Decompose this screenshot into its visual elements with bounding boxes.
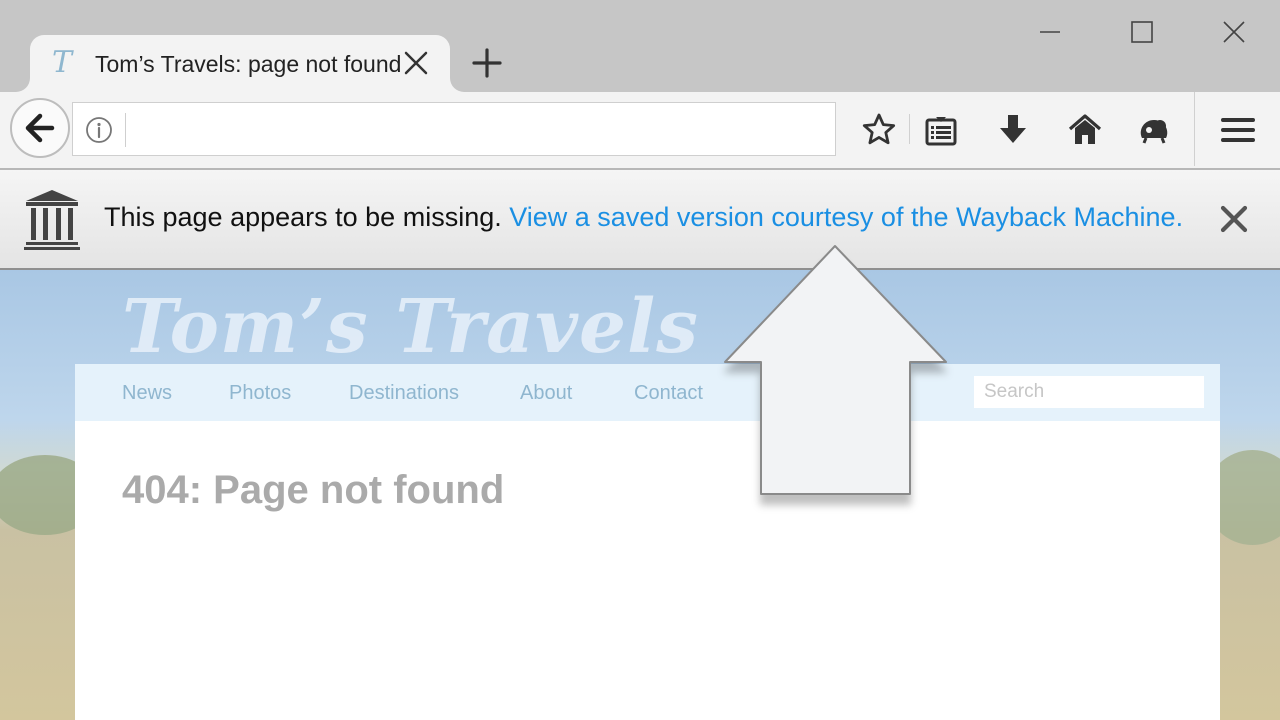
tab-title: Tom’s Travels: page not found bbox=[95, 51, 402, 77]
toolbar-separator bbox=[1194, 92, 1195, 166]
error-heading: 404: Page not found bbox=[122, 468, 505, 512]
site-nav-destinations[interactable]: Destinations bbox=[349, 382, 459, 405]
back-arrow-icon bbox=[25, 113, 55, 143]
page-content: Tom’s Travels News Photos Destinations A… bbox=[0, 270, 1280, 720]
archive-icon bbox=[24, 190, 80, 250]
home-icon[interactable] bbox=[1067, 112, 1103, 148]
bookmark-star-icon[interactable] bbox=[861, 112, 897, 148]
notification-message: This page appears to be missing. View a … bbox=[104, 202, 1183, 233]
new-tab-plus-icon[interactable] bbox=[470, 46, 504, 80]
url-bar[interactable] bbox=[72, 102, 836, 156]
hamburger-menu-icon[interactable] bbox=[1220, 112, 1256, 148]
extension-icon[interactable] bbox=[1136, 112, 1172, 148]
toolbar-separator bbox=[909, 114, 910, 144]
notification-bar: This page appears to be missing. View a … bbox=[0, 170, 1280, 270]
tab-close-icon[interactable] bbox=[402, 49, 430, 77]
callout-arrow bbox=[724, 245, 947, 495]
close-notification-icon[interactable] bbox=[1218, 203, 1250, 235]
site-logo[interactable]: Tom’s Travels bbox=[122, 284, 699, 370]
url-input[interactable] bbox=[133, 109, 827, 151]
window-close-icon[interactable] bbox=[1216, 14, 1252, 50]
reading-list-icon[interactable] bbox=[923, 112, 959, 148]
site-nav-news[interactable]: News bbox=[122, 382, 172, 405]
site-search-input[interactable] bbox=[974, 376, 1204, 408]
site-nav: News Photos Destinations About Contact bbox=[75, 364, 1220, 421]
wayback-link[interactable]: View a saved version courtesy of the Way… bbox=[509, 202, 1183, 232]
maximize-icon[interactable] bbox=[1124, 14, 1160, 50]
download-icon[interactable] bbox=[995, 112, 1031, 148]
info-icon[interactable] bbox=[85, 116, 113, 144]
active-tab[interactable]: T Tom’s Travels: page not found bbox=[30, 35, 450, 92]
site-content-card: News Photos Destinations About Contact 4… bbox=[75, 364, 1220, 720]
site-nav-about[interactable]: About bbox=[520, 382, 572, 405]
site-nav-contact[interactable]: Contact bbox=[634, 382, 703, 405]
minimize-icon[interactable] bbox=[1032, 14, 1068, 50]
navigation-toolbar bbox=[0, 92, 1280, 170]
notification-text: This page appears to be missing. bbox=[104, 202, 502, 232]
site-nav-photos[interactable]: Photos bbox=[229, 382, 291, 405]
url-separator bbox=[125, 113, 126, 147]
title-bar: T Tom’s Travels: page not found bbox=[0, 0, 1280, 92]
favicon-icon: T bbox=[52, 45, 73, 80]
back-button[interactable] bbox=[10, 98, 70, 158]
